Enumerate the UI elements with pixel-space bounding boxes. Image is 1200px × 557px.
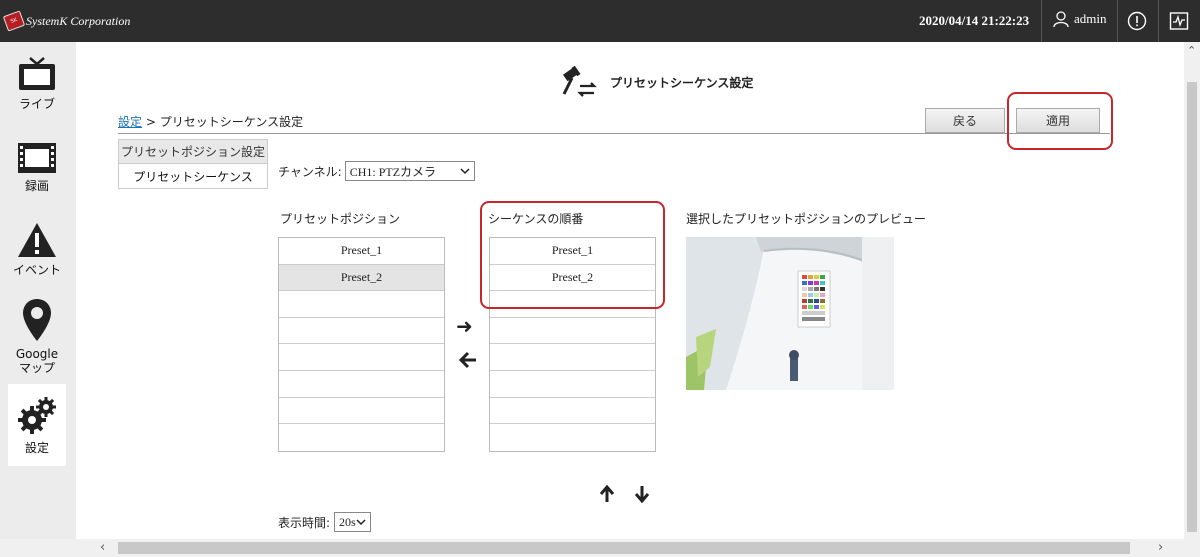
- duration-select[interactable]: 20s: [334, 512, 372, 532]
- divider: [118, 133, 1110, 134]
- highlight-sequence: [480, 201, 665, 309]
- gears-icon: [18, 397, 56, 434]
- highlight-apply: [1007, 92, 1113, 150]
- list-item[interactable]: [490, 371, 655, 398]
- channel-control: チャンネル: CH1: PTZカメラ: [278, 161, 475, 181]
- sidebar-item-label: 録画: [24, 179, 49, 193]
- preset-positions-list: Preset_1 Preset_2: [278, 237, 445, 452]
- sidebar-item-label: ライブ: [18, 97, 55, 111]
- sidebar: ライブ 録画 イベント Google マップ 設定: [0, 42, 76, 557]
- channel-label: チャンネル:: [278, 164, 342, 179]
- list-item[interactable]: [490, 424, 655, 451]
- scroll-right-icon[interactable]: ›: [1158, 540, 1163, 555]
- horizontal-scrollbar[interactable]: ‹ ›: [76, 539, 1200, 557]
- move-up-arrow-icon[interactable]: [598, 485, 616, 503]
- preview-label: 選択したプリセットポジションのプレビュー: [686, 212, 927, 226]
- list-item[interactable]: [279, 291, 444, 318]
- logo-badge-icon: SK: [2, 10, 26, 32]
- tab-preset-sequence[interactable]: プリセットシーケンス: [118, 164, 268, 189]
- scrollbar-corner: [0, 539, 76, 557]
- user-icon: [1053, 11, 1069, 28]
- preset-preview-image: [686, 237, 894, 390]
- tab-preset-position[interactable]: プリセットポジション設定: [118, 139, 268, 164]
- username: admin: [1074, 11, 1107, 26]
- alert-icon[interactable]: [1127, 11, 1147, 31]
- chevron-down-icon: [460, 167, 470, 174]
- remove-from-sequence-arrow-icon[interactable]: [458, 350, 478, 370]
- channel-select[interactable]: CH1: PTZカメラ: [344, 161, 475, 181]
- map-pin-icon: [23, 299, 51, 341]
- scroll-left-icon[interactable]: ‹: [100, 540, 105, 555]
- vertical-scroll-thumb[interactable]: [1187, 82, 1197, 532]
- move-down-arrow-icon[interactable]: [633, 485, 651, 503]
- list-item[interactable]: [279, 371, 444, 398]
- divider: [1041, 0, 1042, 42]
- list-item[interactable]: [490, 344, 655, 371]
- sidebar-item-live[interactable]: ライブ: [8, 56, 66, 118]
- sidebar-item-label: 設定: [24, 441, 49, 455]
- vertical-scrollbar[interactable]: ⌃: [1184, 42, 1200, 539]
- sidebar-item-recording[interactable]: 録画: [8, 142, 66, 204]
- monitor-icon[interactable]: [1169, 11, 1189, 31]
- horizontal-scroll-thumb[interactable]: [118, 542, 1130, 554]
- breadcrumb-separator: >: [142, 115, 160, 129]
- list-item[interactable]: [279, 318, 444, 345]
- breadcrumb-current: プリセットシーケンス設定: [159, 115, 304, 129]
- list-item[interactable]: Preset_2: [279, 264, 444, 292]
- list-item[interactable]: [279, 398, 444, 425]
- sidebar-item-label: Google マップ: [15, 347, 59, 375]
- channel-value: CH1: PTZカメラ: [349, 164, 437, 179]
- list-item[interactable]: [490, 318, 655, 345]
- sidebar-item-google-map[interactable]: Google マップ: [8, 298, 66, 378]
- warning-icon: [18, 223, 56, 257]
- chevron-down-icon: [356, 518, 366, 525]
- back-button[interactable]: 戻る: [925, 108, 1005, 133]
- list-item[interactable]: [279, 344, 444, 371]
- preset-positions-label: プリセットポジション: [280, 212, 401, 226]
- divider: [1117, 0, 1118, 42]
- user-menu[interactable]: admin: [1052, 10, 1107, 28]
- sidebar-item-event[interactable]: イベント: [8, 222, 66, 284]
- breadcrumb-link-settings[interactable]: 設定: [118, 115, 142, 129]
- list-item[interactable]: [279, 424, 444, 451]
- breadcrumb: 設定 > プリセットシーケンス設定: [118, 113, 303, 130]
- tv-icon: [19, 57, 55, 90]
- duration-value: 20s: [339, 514, 356, 529]
- sidebar-item-settings[interactable]: 設定: [8, 384, 66, 466]
- datetime: 2020/04/14 21:22:23: [919, 13, 1030, 28]
- duration-label: 表示時間:: [278, 515, 331, 530]
- duration-control: 表示時間: 20s: [278, 512, 372, 532]
- brand-name: SystemK Corporation: [26, 13, 131, 28]
- add-to-sequence-arrow-icon[interactable]: ➜: [456, 314, 473, 338]
- settings-tabs: プリセットポジション設定 プリセットシーケンス: [118, 139, 268, 189]
- page-title: プリセットシーケンス設定: [560, 64, 753, 100]
- list-item[interactable]: [490, 398, 655, 425]
- scroll-up-icon[interactable]: ⌃: [1187, 44, 1196, 57]
- sidebar-item-label: イベント: [12, 263, 61, 277]
- top-bar: SK SystemK Corporation 2020/04/14 21:22:…: [0, 0, 1200, 42]
- sequence-settings-icon: [562, 65, 597, 97]
- film-icon: [18, 143, 56, 173]
- divider: [1158, 0, 1159, 42]
- page-title-text: プリセットシーケンス設定: [610, 75, 754, 90]
- brand-logo: SK SystemK Corporation: [2, 10, 131, 32]
- list-item[interactable]: Preset_1: [279, 238, 444, 265]
